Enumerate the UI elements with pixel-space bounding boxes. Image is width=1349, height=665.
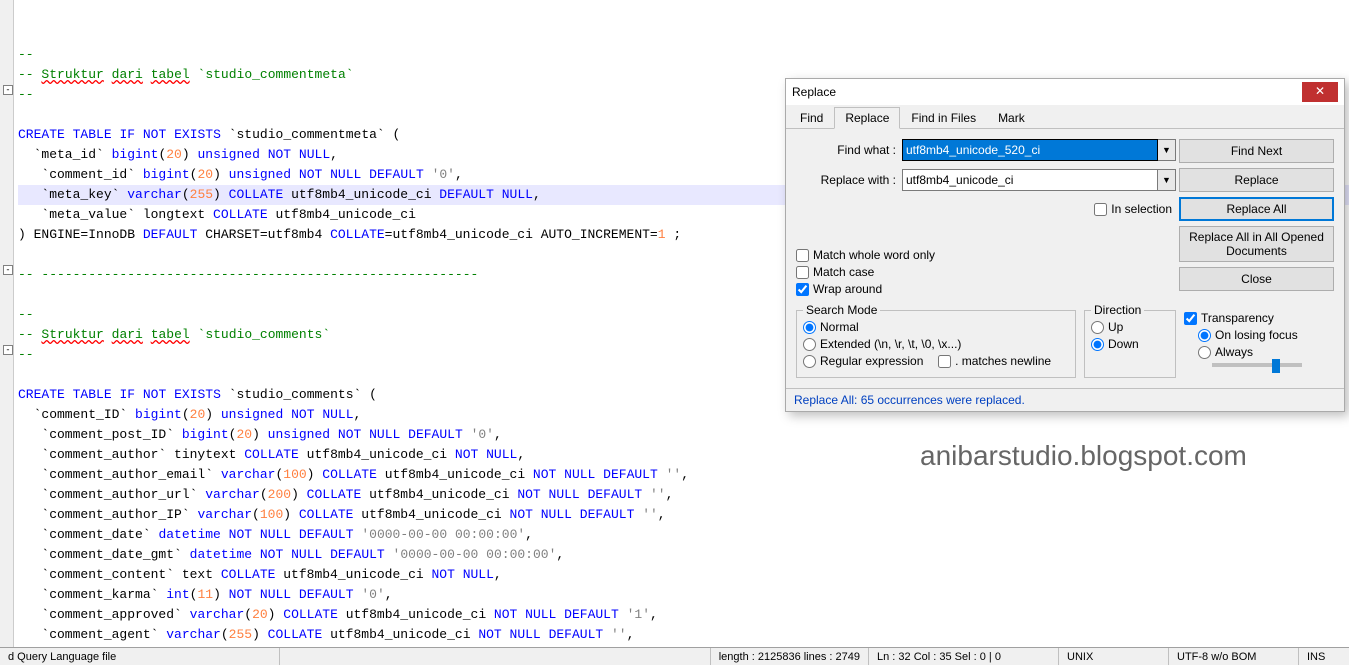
dialog-title: Replace: [792, 85, 1302, 99]
status-bar: d Query Language file length : 2125836 l…: [0, 647, 1349, 665]
in-selection-label: In selection: [1111, 202, 1172, 216]
fold-minus-icon[interactable]: -: [3, 85, 13, 95]
in-selection-checkbox[interactable]: [1094, 203, 1107, 216]
replace-button[interactable]: Replace: [1179, 168, 1334, 192]
dialog-tabs: Find Replace Find in Files Mark: [786, 105, 1344, 129]
matches-newline-label: . matches newline: [955, 354, 1051, 368]
direction-group-label: Direction: [1091, 303, 1144, 317]
match-case-checkbox[interactable]: [796, 266, 809, 279]
wrap-checkbox[interactable]: [796, 283, 809, 296]
replace-all-docs-button[interactable]: Replace All in All Opened Documents: [1179, 226, 1334, 262]
transparency-checkbox[interactable]: [1184, 312, 1197, 325]
status-eol: UNIX: [1059, 648, 1169, 665]
up-radio[interactable]: [1091, 321, 1104, 334]
tab-replace[interactable]: Replace: [834, 107, 900, 129]
status-language: d Query Language file: [0, 648, 280, 665]
normal-radio[interactable]: [803, 321, 816, 334]
status-encoding: UTF-8 w/o BOM: [1169, 648, 1299, 665]
replace-dialog: Replace ✕ Find Replace Find in Files Mar…: [785, 78, 1345, 412]
find-what-label: Find what :: [796, 143, 902, 157]
match-case-label: Match case: [813, 265, 874, 279]
chevron-down-icon[interactable]: ▼: [1158, 169, 1176, 191]
replace-with-input[interactable]: [902, 169, 1158, 191]
watermark-text: anibarstudio.blogspot.com: [920, 440, 1247, 472]
find-next-button[interactable]: Find Next: [1179, 139, 1334, 163]
close-icon[interactable]: ✕: [1302, 82, 1338, 102]
chevron-down-icon[interactable]: ▼: [1158, 139, 1176, 161]
dialog-titlebar[interactable]: Replace ✕: [786, 79, 1344, 105]
down-radio-label: Down: [1108, 337, 1139, 351]
tab-mark[interactable]: Mark: [987, 107, 1036, 128]
transparency-slider[interactable]: [1212, 363, 1302, 367]
dialog-status: Replace All: 65 occurrences were replace…: [786, 388, 1344, 411]
search-mode-group-label: Search Mode: [803, 303, 880, 317]
find-what-input[interactable]: [902, 139, 1158, 161]
up-radio-label: Up: [1108, 320, 1123, 334]
tab-find[interactable]: Find: [789, 107, 834, 128]
regex-radio-label: Regular expression: [820, 354, 923, 368]
normal-radio-label: Normal: [820, 320, 859, 334]
regex-radio[interactable]: [803, 355, 816, 368]
whole-word-label: Match whole word only: [813, 248, 935, 262]
fold-gutter: - - -: [0, 0, 14, 647]
extended-radio[interactable]: [803, 338, 816, 351]
status-length: length : 2125836 lines : 2749: [711, 648, 869, 665]
fold-minus-icon[interactable]: -: [3, 265, 13, 275]
fold-minus-icon[interactable]: -: [3, 345, 13, 355]
replace-all-button[interactable]: Replace All: [1179, 197, 1334, 221]
losing-focus-radio[interactable]: [1198, 329, 1211, 342]
matches-newline-checkbox[interactable]: [938, 355, 951, 368]
losing-focus-label: On losing focus: [1215, 328, 1298, 342]
whole-word-checkbox[interactable]: [796, 249, 809, 262]
close-button[interactable]: Close: [1179, 267, 1334, 291]
extended-radio-label: Extended (\n, \r, \t, \0, \x...): [820, 337, 961, 351]
always-label: Always: [1215, 345, 1253, 359]
status-mode: INS: [1299, 648, 1349, 665]
transparency-label: Transparency: [1201, 311, 1274, 325]
replace-with-label: Replace with :: [796, 173, 902, 187]
down-radio[interactable]: [1091, 338, 1104, 351]
tab-find-in-files[interactable]: Find in Files: [900, 107, 987, 128]
always-radio[interactable]: [1198, 346, 1211, 359]
status-position: Ln : 32 Col : 35 Sel : 0 | 0: [869, 648, 1059, 665]
wrap-label: Wrap around: [813, 282, 882, 296]
